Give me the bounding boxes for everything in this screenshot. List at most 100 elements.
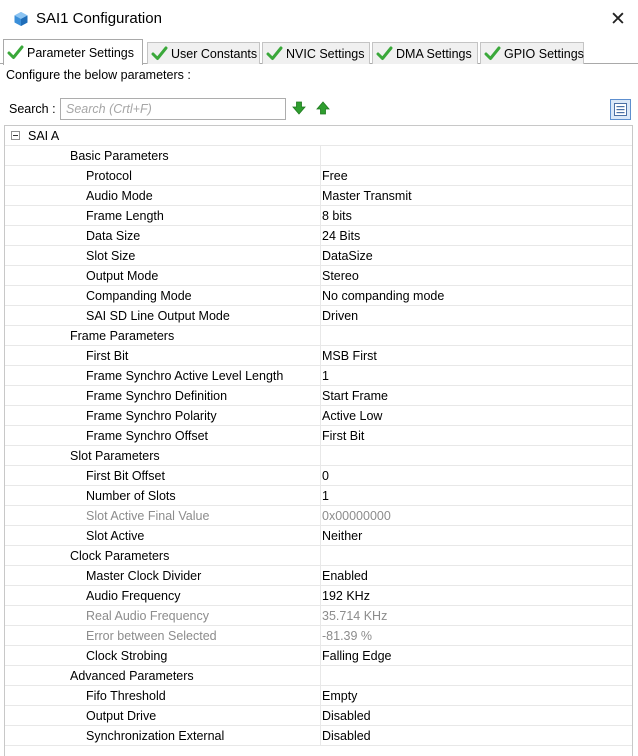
param-name: Frame Synchro Polarity (86, 409, 217, 423)
column-divider (320, 526, 321, 546)
column-divider (320, 386, 321, 406)
tree-group-row: Clock Parameters (5, 546, 632, 566)
param-row[interactable]: Number of Slots 1 (5, 486, 632, 506)
column-divider (320, 486, 321, 506)
param-value[interactable]: Start Frame (322, 386, 388, 405)
param-row[interactable]: Frame Synchro Offset First Bit (5, 426, 632, 446)
cube-icon (14, 12, 28, 26)
group-name: Basic Parameters (70, 149, 169, 163)
tab-dma-settings[interactable]: DMA Settings (372, 42, 478, 64)
tab-parameter-settings[interactable]: Parameter Settings (3, 39, 143, 65)
column-divider (320, 326, 321, 346)
param-name: Protocol (86, 169, 132, 183)
param-row[interactable]: Frame Synchro Active Level Length 1 (5, 366, 632, 386)
param-name: Synchronization External (86, 729, 225, 743)
param-value[interactable]: Enabled (322, 566, 368, 585)
param-row[interactable]: Fifo Threshold Empty (5, 686, 632, 706)
param-row[interactable]: Audio Mode Master Transmit (5, 186, 632, 206)
column-divider (320, 686, 321, 706)
column-divider (320, 286, 321, 306)
param-value[interactable]: 0 (322, 466, 329, 485)
param-row[interactable]: Frame Synchro Polarity Active Low (5, 406, 632, 426)
column-divider (320, 166, 321, 186)
param-row[interactable]: Master Clock Divider Enabled (5, 566, 632, 586)
param-name: Master Clock Divider (86, 569, 202, 583)
param-value[interactable]: DataSize (322, 246, 373, 265)
param-name: Number of Slots (86, 489, 176, 503)
group-name: Advanced Parameters (70, 669, 194, 683)
column-divider (320, 206, 321, 226)
configure-label: Configure the below parameters : (6, 68, 191, 82)
tab-nvic-settings[interactable]: NVIC Settings (262, 42, 370, 64)
param-row[interactable]: Protocol Free (5, 166, 632, 186)
group-name: Slot Parameters (70, 449, 160, 463)
param-name: Slot Size (86, 249, 136, 263)
param-row[interactable]: Output Mode Stereo (5, 266, 632, 286)
param-row[interactable]: Clock Strobing Falling Edge (5, 646, 632, 666)
param-row[interactable]: Output Drive Disabled (5, 706, 632, 726)
collapse-icon[interactable] (11, 131, 20, 140)
param-row[interactable]: Real Audio Frequency 35.714 KHz (5, 606, 632, 626)
column-divider (320, 546, 321, 566)
window-title: SAI1 Configuration (36, 10, 162, 27)
param-name: Frame Synchro Definition (86, 389, 228, 403)
param-value[interactable]: 192 KHz (322, 586, 370, 605)
param-value[interactable]: Falling Edge (322, 646, 392, 665)
check-icon (7, 45, 24, 59)
column-divider (320, 446, 321, 466)
param-row[interactable]: Audio Frequency 192 KHz (5, 586, 632, 606)
param-value[interactable]: 1 (322, 486, 329, 505)
param-name: Frame Length (86, 209, 164, 223)
check-icon (484, 46, 501, 60)
param-value[interactable]: Neither (322, 526, 362, 545)
param-value[interactable]: Empty (322, 686, 357, 705)
param-name: First Bit (86, 349, 129, 363)
param-value[interactable]: 8 bits (322, 206, 352, 225)
param-value[interactable]: Disabled (322, 726, 371, 745)
param-value[interactable]: First Bit (322, 426, 364, 445)
column-divider (320, 566, 321, 586)
param-value[interactable]: 24 Bits (322, 226, 360, 245)
param-row[interactable]: SAI SD Line Output Mode Driven (5, 306, 632, 326)
param-name: Clock Strobing (86, 649, 168, 663)
param-name: Fifo Threshold (86, 689, 166, 703)
tree-group-row: Slot Parameters (5, 446, 632, 466)
param-row[interactable]: Synchronization External Disabled (5, 726, 632, 746)
param-row[interactable]: Slot Size DataSize (5, 246, 632, 266)
column-divider (320, 646, 321, 666)
param-value[interactable]: Master Transmit (322, 186, 412, 205)
view-toggle-button[interactable] (610, 99, 631, 120)
param-value[interactable]: MSB First (322, 346, 377, 365)
param-row[interactable]: Slot Active Final Value 0x00000000 (5, 506, 632, 526)
param-row[interactable]: Slot Active Neither (5, 526, 632, 546)
tab-gpio-settings[interactable]: GPIO Settings (480, 42, 584, 64)
arrow-down-icon[interactable] (292, 101, 306, 115)
search-input[interactable] (60, 98, 286, 120)
param-value[interactable]: 1 (322, 366, 329, 385)
param-row[interactable]: First Bit MSB First (5, 346, 632, 366)
param-row[interactable]: Companding Mode No companding mode (5, 286, 632, 306)
param-name: SAI SD Line Output Mode (86, 309, 230, 323)
param-row[interactable]: Error between Selected -81.39 % (5, 626, 632, 646)
param-value[interactable]: No companding mode (322, 286, 444, 305)
param-value[interactable]: Disabled (322, 706, 371, 725)
param-value[interactable]: Stereo (322, 266, 359, 285)
arrow-up-icon[interactable] (316, 101, 330, 115)
param-row[interactable]: Frame Length 8 bits (5, 206, 632, 226)
column-divider (320, 186, 321, 206)
column-divider (320, 306, 321, 326)
tab-user-constants[interactable]: User Constants (147, 42, 260, 64)
column-divider (320, 246, 321, 266)
param-row[interactable]: Data Size 24 Bits (5, 226, 632, 246)
param-value: 0x00000000 (322, 509, 391, 523)
param-row[interactable]: First Bit Offset 0 (5, 466, 632, 486)
param-value: -81.39 % (322, 629, 373, 643)
close-button[interactable]: ✕ (604, 6, 632, 32)
param-name: Slot Active Final Value (86, 509, 210, 523)
param-value[interactable]: Free (322, 166, 348, 185)
param-value[interactable]: Driven (322, 306, 358, 325)
param-row[interactable]: Frame Synchro Definition Start Frame (5, 386, 632, 406)
param-name: Slot Active (86, 529, 145, 543)
param-value[interactable]: Active Low (322, 406, 382, 425)
tab-label: NVIC Settings (286, 46, 365, 61)
